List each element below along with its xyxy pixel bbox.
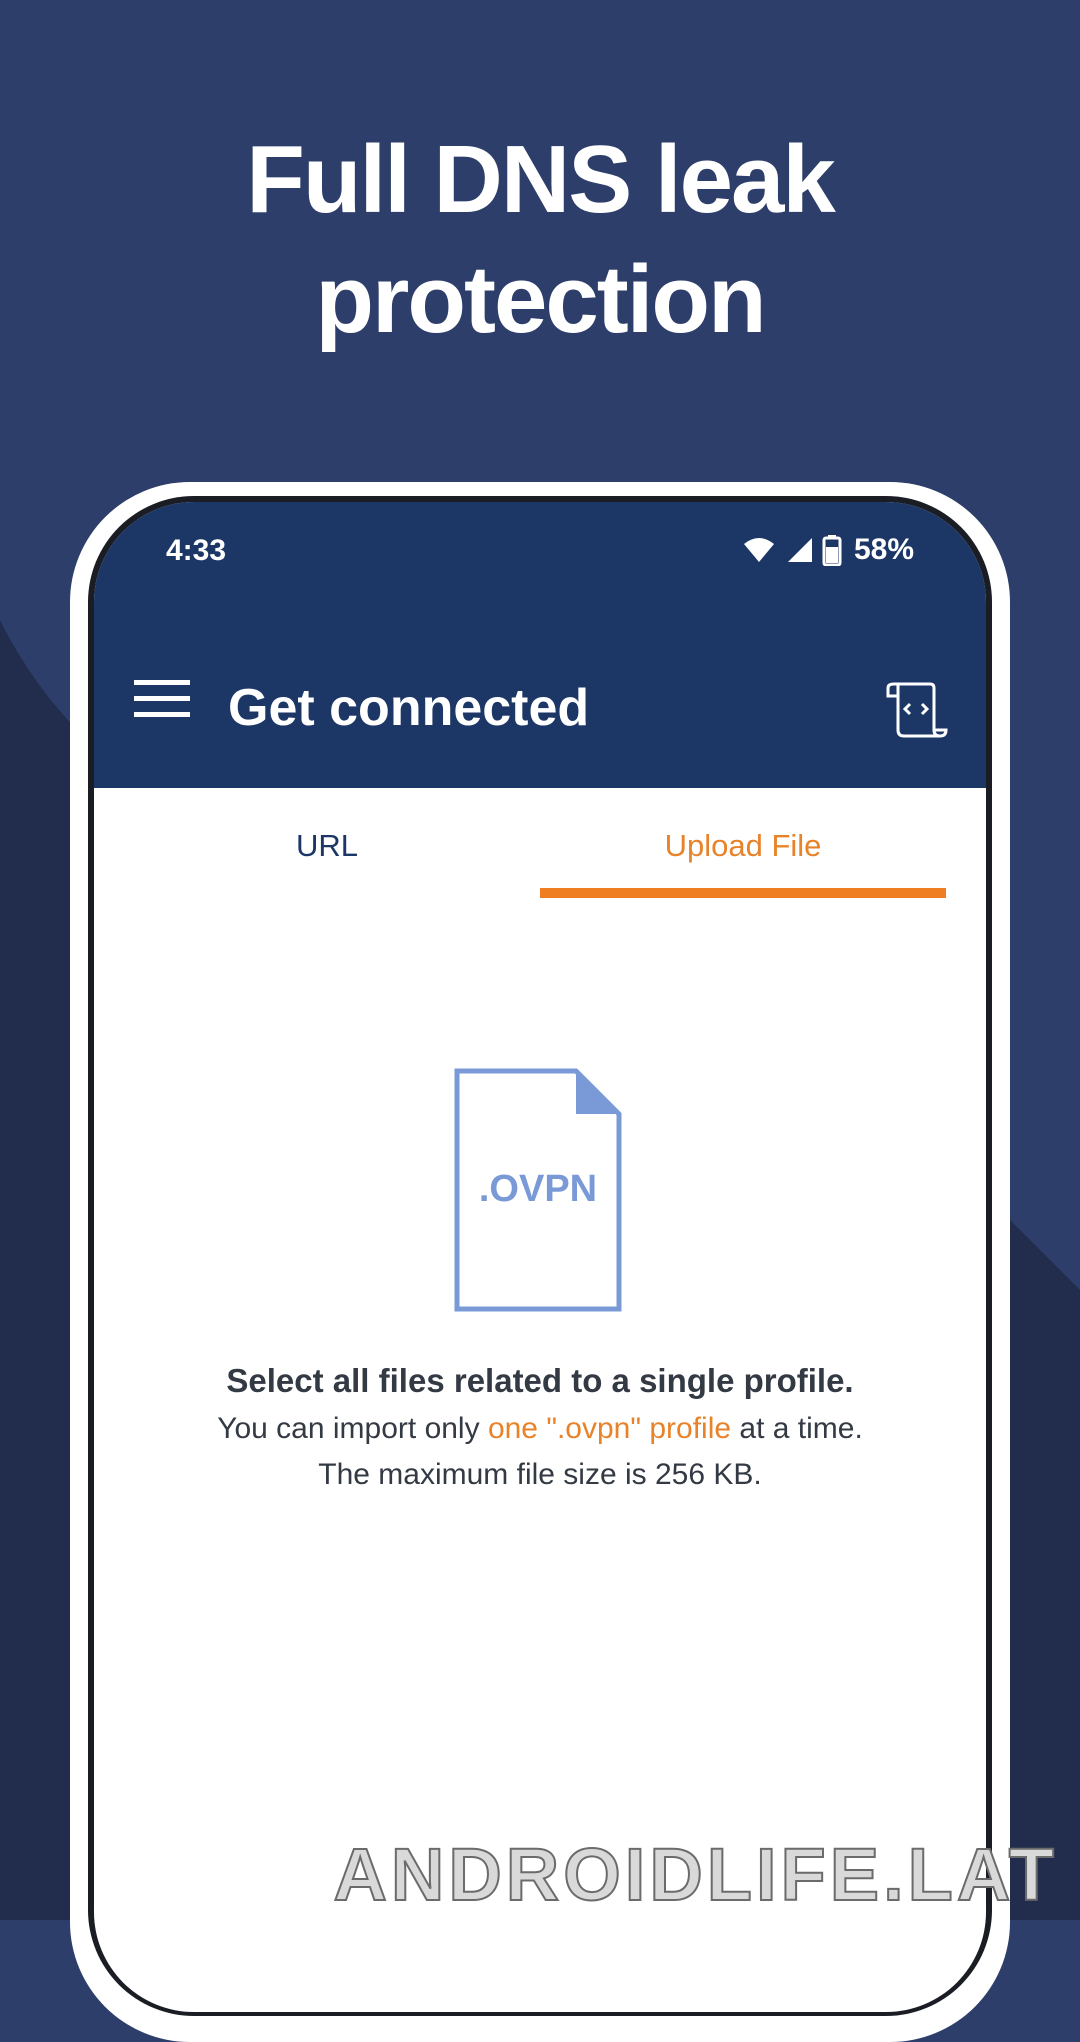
page-title: Get connected bbox=[228, 679, 590, 737]
tab-bar: URL Upload File bbox=[94, 788, 986, 904]
status-icons: 58% bbox=[742, 530, 914, 570]
headline-line-1: Full DNS leak bbox=[246, 126, 836, 233]
battery-icon bbox=[822, 535, 842, 566]
menu-icon[interactable] bbox=[132, 668, 192, 728]
headline-line-2: protection bbox=[315, 246, 766, 353]
headline: Full DNS leak protection bbox=[0, 120, 1080, 360]
wifi-icon bbox=[743, 538, 774, 562]
watermark: ANDROIDLIFE.LAT bbox=[332, 1832, 1058, 1917]
ovpn-file-icon[interactable]: .OVPN bbox=[454, 1068, 622, 1312]
phone-screen: 4:33 58% Get connected URL Upload File .… bbox=[94, 502, 986, 2012]
instruction-text-before: You can import only bbox=[217, 1412, 488, 1445]
log-icon[interactable] bbox=[884, 680, 948, 740]
status-time: 4:33 bbox=[166, 534, 227, 567]
instruction-highlight: one ".ovpn" profile bbox=[487, 1412, 732, 1445]
battery-percent: 58% bbox=[853, 533, 914, 566]
file-extension-label: .OVPN bbox=[478, 1168, 598, 1210]
tab-url[interactable]: URL bbox=[124, 788, 530, 904]
upload-instruction: You can import only one ".ovpn" profile … bbox=[94, 1412, 986, 1446]
app-bar: 4:33 58% Get connected bbox=[94, 502, 986, 788]
max-file-size-note: The maximum file size is 256 KB. bbox=[318, 1458, 762, 1491]
tab-upload-file[interactable]: Upload File bbox=[540, 788, 946, 904]
upload-heading: Select all files related to a single pro… bbox=[226, 1362, 854, 1399]
signal-icon bbox=[787, 538, 812, 562]
tab-selected-indicator bbox=[540, 888, 946, 898]
instruction-text-after: at a time. bbox=[731, 1412, 863, 1445]
